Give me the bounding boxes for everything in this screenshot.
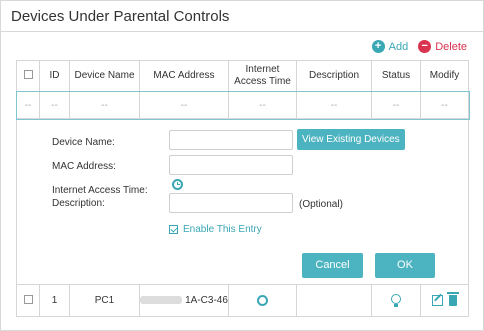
row-select-cell: [16, 284, 40, 317]
row-id: 1: [39, 284, 70, 317]
column-header-modify: Modify: [420, 60, 469, 92]
column-header-device-name: Device Name: [69, 60, 140, 92]
new-entry-cell: --: [16, 91, 40, 119]
title-divider: [1, 31, 483, 32]
column-header-access-time: Internet Access Time: [228, 60, 297, 92]
delete-button[interactable]: − Delete: [418, 40, 467, 53]
status-bulb-icon[interactable]: [391, 293, 401, 308]
parental-controls-panel: Devices Under Parental Controls + Add − …: [0, 0, 484, 331]
mac-address-input[interactable]: [169, 155, 293, 175]
cancel-button[interactable]: Cancel: [302, 253, 363, 278]
add-button[interactable]: + Add: [371, 40, 409, 53]
table-row: 1 PC1 1A-C3-46: [16, 284, 469, 317]
row-access-time-cell: [228, 284, 297, 317]
new-entry-cell: --: [39, 91, 70, 119]
row-mac-suffix: 1A-C3-46: [185, 295, 228, 306]
enable-entry-checkbox[interactable]: [169, 225, 178, 234]
ok-button[interactable]: OK: [375, 253, 435, 278]
select-all-cell: [16, 60, 40, 92]
select-all-checkbox[interactable]: [23, 69, 33, 79]
column-header-id: ID: [39, 60, 70, 92]
row-modify-cell: [420, 284, 469, 317]
access-time-clock-icon[interactable]: [172, 179, 183, 190]
mac-address-label: MAC Address:: [52, 161, 116, 172]
new-entry-row: -- -- -- -- -- -- -- --: [15, 90, 470, 120]
device-name-label: Device Name:: [52, 137, 115, 148]
new-entry-cell: --: [296, 91, 372, 119]
column-header-mac: MAC Address: [139, 60, 229, 92]
device-name-input[interactable]: [169, 130, 293, 150]
row-mac-cell: 1A-C3-46: [139, 284, 229, 317]
new-entry-cell: --: [139, 91, 229, 119]
edit-form-row: Device Name: View Existing Devices MAC A…: [16, 118, 469, 285]
access-time-label: Internet Access Time:: [52, 185, 148, 196]
trash-icon[interactable]: [447, 291, 459, 306]
access-time-clock-icon[interactable]: [257, 294, 268, 306]
row-checkbox[interactable]: [23, 294, 33, 304]
row-device-name: PC1: [69, 284, 140, 317]
edit-icon[interactable]: [432, 294, 443, 306]
new-entry-cell: --: [420, 91, 469, 119]
enable-entry-toggle[interactable]: Enable This Entry: [169, 224, 262, 235]
column-header-status: Status: [371, 60, 421, 92]
table-header-row: ID Device Name MAC Address Internet Acce…: [16, 60, 469, 92]
devices-table: ID Device Name MAC Address Internet Acce…: [15, 60, 470, 317]
new-entry-cell: --: [228, 91, 297, 119]
new-entry-cell: --: [371, 91, 421, 119]
panel-title: Devices Under Parental Controls: [11, 8, 230, 25]
mac-redacted-block: [140, 296, 183, 305]
new-entry-cell: --: [69, 91, 140, 119]
table-toolbar: + Add − Delete: [371, 40, 467, 53]
edit-form: Device Name: View Existing Devices MAC A…: [16, 118, 469, 285]
description-label: Description:: [52, 198, 105, 209]
enable-entry-label: Enable This Entry: [183, 224, 262, 235]
delete-label: Delete: [435, 40, 467, 53]
add-label: Add: [388, 40, 409, 53]
row-status-cell: [371, 284, 421, 317]
add-icon: +: [371, 40, 385, 53]
column-header-description: Description: [296, 60, 372, 92]
view-existing-devices-button[interactable]: View Existing Devices: [297, 129, 405, 150]
delete-icon: −: [418, 40, 432, 53]
row-description: [296, 284, 372, 317]
optional-hint: (Optional): [299, 199, 343, 210]
description-input[interactable]: [169, 193, 293, 213]
